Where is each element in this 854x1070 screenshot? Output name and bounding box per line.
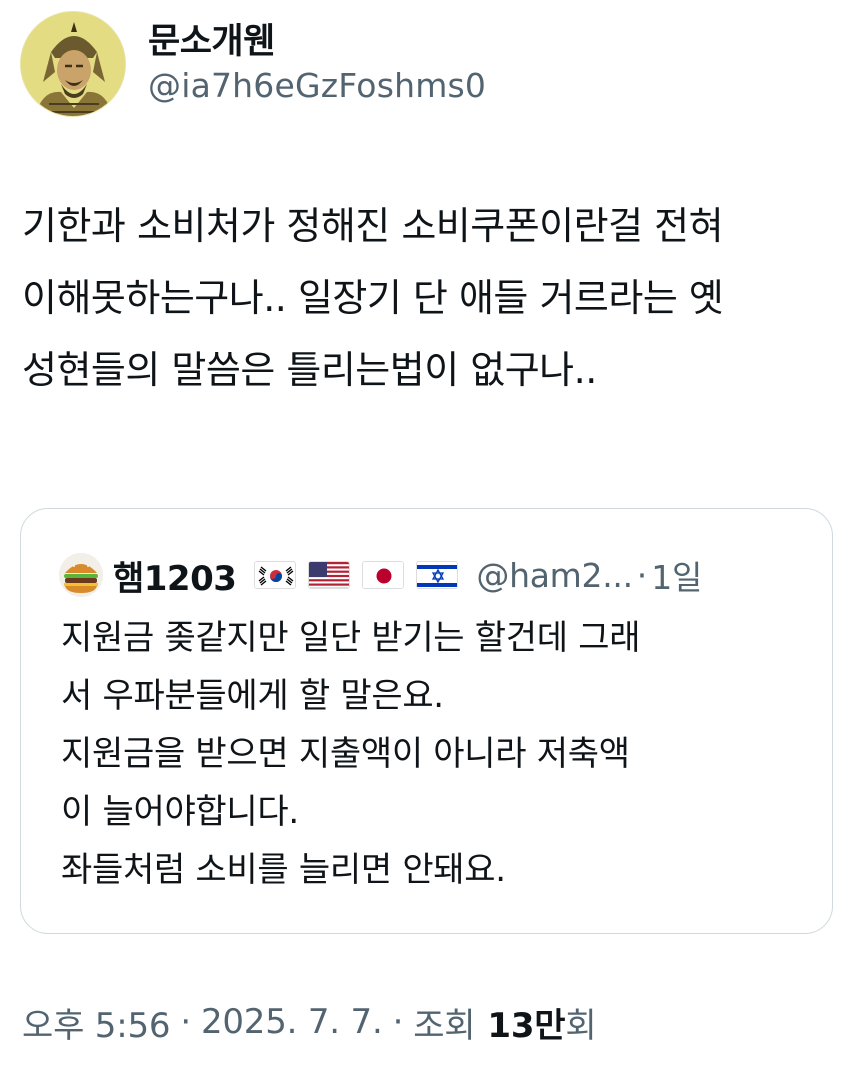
quoted-text-line: 지원금 좆같지만 일단 받기는 할건데 그래 (61, 618, 641, 658)
tweet-header: 문소개웬 @ia7h6eGzFoshms0 (20, 8, 486, 120)
quoted-text-line: 서 우파분들에게 할 말은요. (61, 676, 444, 716)
flag-emojis (242, 561, 459, 589)
views-label: 조회 (413, 1005, 476, 1046)
views-suffix: 회 (565, 1005, 597, 1046)
quoted-tweet-text: 지원금 좆같지만 일단 받기는 할건데 그래 서 우파분들에게 할 말은요. 지… (61, 609, 811, 899)
quoted-text-line: 좌들처럼 소비를 늘리면 안돼요. (61, 850, 506, 890)
quoted-handle[interactable]: @ham2... (476, 556, 633, 595)
tweet-detail: 문소개웬 @ia7h6eGzFoshms0 기한과 소비처가 정해진 소비쿠폰이… (0, 0, 854, 1070)
jp-flag-icon (362, 561, 405, 589)
quoted-text-line: 지원금을 받으면 지출액이 아니라 저축액 (61, 734, 630, 774)
quoted-tweet-header: 햄1203 @ham2... · 1일 (59, 547, 799, 603)
quoted-display-name[interactable]: 햄1203 (113, 551, 237, 600)
author-names: 문소개웬 @ia7h6eGzFoshms0 (148, 20, 486, 108)
meta-separator: · (180, 1002, 191, 1042)
meta-separator: · (392, 1002, 404, 1042)
views-count[interactable]: 13만 (487, 998, 565, 1047)
quoted-separator: · (636, 555, 648, 595)
quoted-time[interactable]: 1일 (651, 551, 702, 599)
il-flag-icon (416, 561, 459, 589)
tweet-time[interactable]: 오후 5:56 (22, 998, 171, 1047)
tweet-text: 기한과 소비처가 정해진 소비쿠폰이란걸 전혀 이해못하는구나.. 일장기 단 … (22, 204, 724, 392)
author-display-name[interactable]: 문소개웬 (148, 20, 486, 64)
us-flag-icon (308, 561, 351, 589)
ancient-warrior-avatar-icon[interactable] (20, 11, 126, 117)
kr-flag-icon (254, 561, 297, 589)
quoted-text-line: 이 늘어야합니다. (61, 792, 299, 832)
tweet-meta: 오후 5:56 · 2025. 7. 7. · 조회 13만 회 (22, 996, 597, 1048)
author-handle[interactable]: @ia7h6eGzFoshms0 (148, 64, 486, 108)
quoted-tweet-card[interactable]: 햄1203 @ham2... · 1일 지원금 좆같지만 일단 받기는 할건데 … (20, 508, 833, 934)
tweet-date[interactable]: 2025. 7. 7. (201, 1002, 383, 1042)
burger-avatar-icon[interactable] (59, 553, 103, 597)
